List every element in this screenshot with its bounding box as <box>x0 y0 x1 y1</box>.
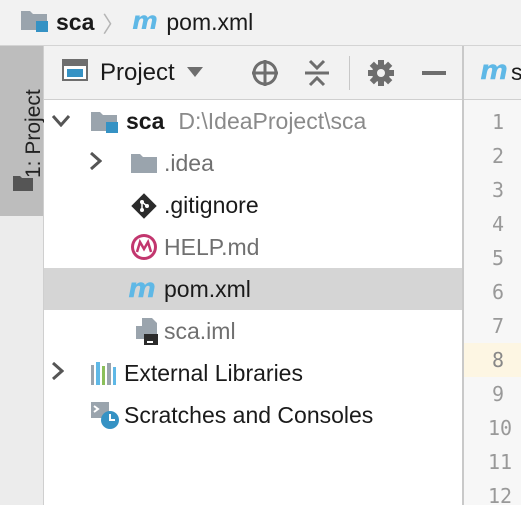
toolbar-separator <box>349 56 350 90</box>
tool-window-stripe: 1: Project <box>0 46 45 505</box>
tree-row-scratches[interactable]: Scratches and Consoles <box>44 394 462 436</box>
tree-label-iml: sca.iml <box>164 318 236 344</box>
tree-row-idea[interactable]: .idea <box>44 142 462 184</box>
maven-icon: m <box>132 6 162 38</box>
line-number: 3 <box>492 178 505 202</box>
maven-icon: m <box>480 55 512 89</box>
project-view-icon <box>62 58 88 87</box>
collapsed-arrow-icon[interactable] <box>90 151 103 175</box>
tree-row-external-libraries[interactable]: External Libraries <box>44 352 462 394</box>
tree-row-help[interactable]: HELP.md <box>44 226 462 268</box>
tree-row-root[interactable]: sca D:\IdeaProject\sca <box>44 100 462 142</box>
tree-label-idea: .idea <box>164 150 214 176</box>
expanded-arrow-icon[interactable] <box>51 114 71 132</box>
view-selector-label: Project <box>100 58 175 86</box>
maven-icon: m <box>128 273 160 307</box>
root-name: sca <box>126 108 165 134</box>
breadcrumb-item-sca[interactable]: sca <box>20 7 94 38</box>
minimize-icon[interactable] <box>420 58 448 93</box>
project-tool-tab-label: 1: Project <box>22 89 45 178</box>
root-path: D:\IdeaProject\sca <box>178 108 367 134</box>
line-number: 7 <box>492 314 505 338</box>
breadcrumb-item-pom[interactable]: m pom.xml <box>132 6 254 38</box>
svg-text:m: m <box>128 274 156 302</box>
line-number: 2 <box>492 144 505 168</box>
libraries-icon <box>90 361 120 392</box>
chevron-down-icon <box>186 64 203 82</box>
svg-text:m: m <box>480 56 508 84</box>
git-icon <box>130 192 158 225</box>
line-number: 5 <box>492 246 505 270</box>
line-number: 4 <box>492 212 505 236</box>
line-number: 12 <box>488 484 513 505</box>
locate-icon[interactable] <box>250 58 280 93</box>
root-label-group: sca D:\IdeaProject\sca <box>126 108 366 135</box>
tree-label-help: HELP.md <box>164 234 260 260</box>
editor-tab-label: s <box>511 59 521 85</box>
line-number-current: 8 <box>464 343 521 377</box>
breadcrumb-separator: 〉 <box>102 11 125 37</box>
svg-text:m: m <box>132 7 158 33</box>
collapse-all-icon[interactable] <box>302 58 332 93</box>
editor-tab-pom[interactable]: m s <box>464 46 521 100</box>
tree-row-gitignore[interactable]: .gitignore <box>44 184 462 226</box>
editor-gutter: 1 2 3 4 5 6 7 8 9 10 11 12 <box>464 100 521 505</box>
collapsed-arrow-icon[interactable] <box>52 361 65 385</box>
line-number: 1 <box>492 110 505 134</box>
breadcrumb-label-pom: pom.xml <box>166 9 254 35</box>
view-selector-dropdown[interactable]: Project <box>62 58 203 87</box>
gear-icon[interactable] <box>366 58 396 93</box>
tree-label-pom: pom.xml <box>164 276 251 302</box>
line-number: 10 <box>488 416 513 440</box>
markdown-icon <box>130 233 158 266</box>
line-number: 11 <box>488 450 513 474</box>
scratches-icon <box>90 400 120 435</box>
breadcrumb-label-sca: sca <box>56 9 95 35</box>
tree-label-external-libraries: External Libraries <box>124 360 303 386</box>
module-folder-icon <box>90 108 120 139</box>
line-number: 6 <box>492 280 505 304</box>
project-tree: sca D:\IdeaProject\sca .idea .gitignore <box>44 100 462 505</box>
folder-icon <box>12 174 34 197</box>
tree-label-gitignore: .gitignore <box>164 192 259 218</box>
tree-label-scratches: Scratches and Consoles <box>124 402 374 428</box>
folder-icon <box>130 152 158 179</box>
tree-row-pom[interactable]: m pom.xml <box>44 268 462 310</box>
tree-row-iml[interactable]: sca.iml <box>44 310 462 352</box>
project-tool-tab[interactable]: 1: Project <box>0 46 45 216</box>
line-number: 9 <box>492 382 505 406</box>
module-folder-icon <box>20 7 50 38</box>
breadcrumb: sca 〉 m pom.xml <box>0 0 521 46</box>
project-toolbar: Project <box>44 46 462 100</box>
iml-file-icon <box>132 316 162 351</box>
